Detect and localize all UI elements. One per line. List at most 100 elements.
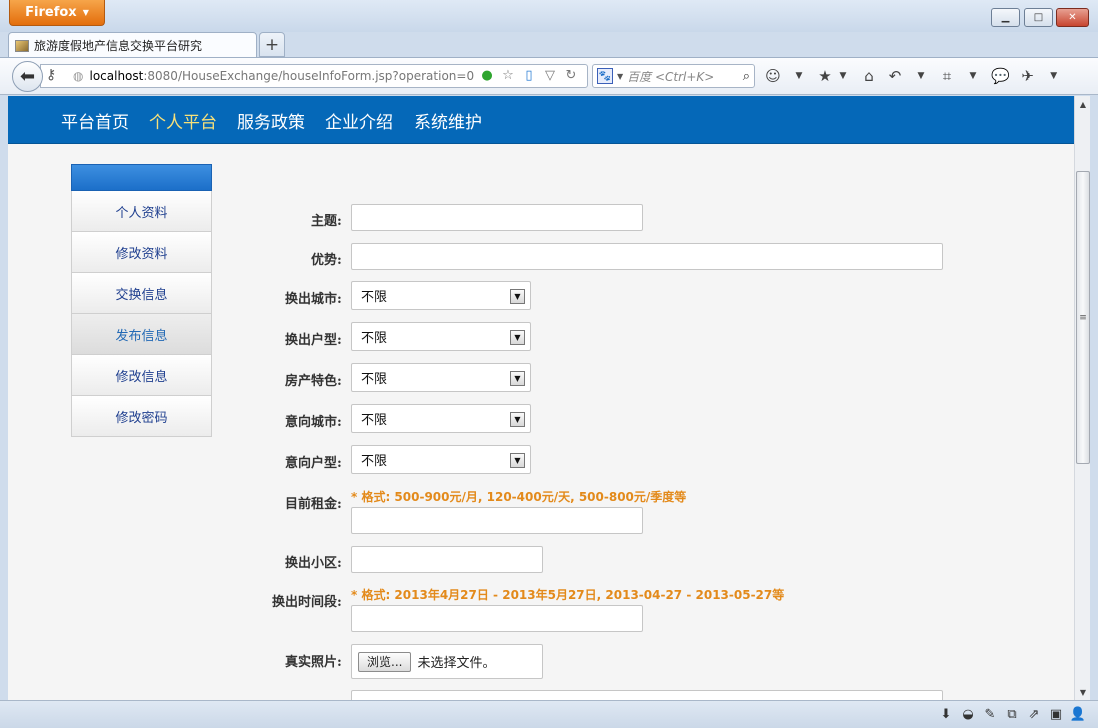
url-text[interactable]: localhost:8080/HouseExchange/houseInfoFo… xyxy=(89,69,474,83)
scroll-up-arrow-icon[interactable]: ▲ xyxy=(1075,96,1091,112)
out-type-value: 不限 xyxy=(361,331,388,346)
description-textarea[interactable] xyxy=(351,690,943,700)
crop-dropdown-icon[interactable]: ▼ xyxy=(965,66,981,86)
screenshot-icon[interactable]: ▣ xyxy=(1048,705,1064,723)
side-item-exchange-info[interactable]: 交换信息 xyxy=(71,273,212,314)
subject-label: 主题: xyxy=(311,214,342,229)
globe-icon: ◍ xyxy=(73,69,84,83)
chevron-down-icon: ▼ xyxy=(510,371,525,386)
url-bar-icons: ● ☆ ▯ ▽ ↻ xyxy=(479,67,579,83)
feature-select[interactable]: 不限 ▼ xyxy=(351,363,531,392)
community-label: 换出小区: xyxy=(285,556,342,571)
new-tab-button[interactable]: + xyxy=(259,32,285,57)
crop-icon[interactable]: ⌗ xyxy=(939,66,955,86)
bookmark-star-icon[interactable]: ☆ xyxy=(500,67,516,83)
nav-system-maintenance[interactable]: 系统维护 xyxy=(414,108,482,133)
browse-button[interactable]: 浏览... xyxy=(358,651,412,672)
minimize-icon: ▁ xyxy=(1001,12,1010,23)
search-icon[interactable]: ⌕ xyxy=(743,69,750,84)
bookmarks-dropdown-icon[interactable]: ▼ xyxy=(835,66,851,86)
firefox-menu-button[interactable]: Firefox ▼ xyxy=(9,0,105,26)
photo-label: 真实照片: xyxy=(285,655,342,670)
advantage-input[interactable] xyxy=(351,243,943,270)
windows-icon[interactable]: ⧉ xyxy=(1004,705,1020,723)
side-menu: 个人资料 修改资料 交换信息 发布信息 修改信息 修改密码 xyxy=(71,164,212,437)
undo-icon[interactable]: ↶ xyxy=(887,66,903,86)
chevron-down-icon: ▼ xyxy=(510,330,525,345)
mask-icon[interactable]: ◒ xyxy=(960,705,976,723)
firefox-menu-label: Firefox xyxy=(25,5,77,20)
undo-dropdown-icon[interactable]: ▼ xyxy=(913,66,929,86)
photo-file-input[interactable]: 浏览... 未选择文件。 xyxy=(351,644,543,679)
maximize-button[interactable]: □ xyxy=(1024,8,1053,27)
target-city-label: 意向城市: xyxy=(285,415,342,430)
side-item-publish-info[interactable]: 发布信息 xyxy=(71,314,212,355)
target-type-select[interactable]: 不限 ▼ xyxy=(351,445,531,474)
side-item-edit-info[interactable]: 修改信息 xyxy=(71,355,212,396)
side-item-change-password[interactable]: 修改密码 xyxy=(71,396,212,437)
share-icon[interactable]: ⇗ xyxy=(1026,705,1042,723)
target-city-value: 不限 xyxy=(361,413,388,428)
mobile-icon[interactable]: ▯ xyxy=(521,67,537,83)
brush-icon[interactable]: ✎ xyxy=(982,705,998,723)
minimize-button[interactable]: ▁ xyxy=(991,8,1020,27)
side-item-edit-profile[interactable]: 修改资料 xyxy=(71,232,212,273)
page-viewport: 平台首页 个人平台 服务政策 企业介绍 系统维护 个人资料 修改资料 交换信息 … xyxy=(8,96,1074,700)
download-icon[interactable]: ⬇ xyxy=(938,705,954,723)
bookmarks-menu-icon[interactable]: ★ xyxy=(817,66,833,86)
rent-input[interactable] xyxy=(351,507,643,534)
plus-icon: + xyxy=(264,34,280,55)
url-bar[interactable]: ◍ localhost:8080/HouseExchange/houseInfo… xyxy=(40,64,588,88)
user-icon[interactable]: 👤 xyxy=(1070,705,1086,723)
url-path: :8080/HouseExchange/houseInfoForm.jsp?op… xyxy=(143,69,475,83)
target-type-value: 不限 xyxy=(361,454,388,469)
addon-fly-icon[interactable]: ✈ xyxy=(1020,66,1036,86)
nav-service-policy[interactable]: 服务政策 xyxy=(237,108,305,133)
navigation-toolbar: ◍ localhost:8080/HouseExchange/houseInfo… xyxy=(0,57,1098,95)
out-type-select[interactable]: 不限 ▼ xyxy=(351,322,531,351)
toolbar-buttons: ☺ ▼ ★ ▼ ⌂ ↶ ▼ ⌗ ▼ 💬 ✈ ▼ xyxy=(765,66,1062,86)
close-window-button[interactable]: ✕ xyxy=(1056,8,1089,27)
home-icon[interactable]: ⌂ xyxy=(861,66,877,86)
community-input[interactable] xyxy=(351,546,543,573)
nav-company-intro[interactable]: 企业介绍 xyxy=(325,108,393,133)
dropdown-icon[interactable]: ▼ xyxy=(791,66,807,86)
addon-smiley-icon[interactable]: ☺ xyxy=(765,66,781,86)
back-button[interactable]: ⬅ xyxy=(12,61,43,92)
grip-icon: ≡ xyxy=(1079,312,1087,323)
period-input[interactable] xyxy=(351,605,643,632)
nav-home[interactable]: 平台首页 xyxy=(61,108,129,133)
site-identity-key-icon[interactable]: ⚷ xyxy=(46,67,56,83)
search-engine-dropdown-icon[interactable]: ▼ xyxy=(617,72,623,81)
side-item-profile[interactable]: 个人资料 xyxy=(71,191,212,232)
out-city-select[interactable]: 不限 ▼ xyxy=(351,281,531,310)
close-icon: ✕ xyxy=(1068,12,1077,23)
scrollbar-thumb[interactable]: ≡ xyxy=(1076,171,1090,464)
feature-label: 房产特色: xyxy=(285,374,342,389)
nav-personal-platform[interactable]: 个人平台 xyxy=(149,108,217,133)
overflow-dropdown-icon[interactable]: ▼ xyxy=(1046,66,1062,86)
rent-format-hint: * 格式: 500-900元/月, 120-400元/天, 500-800元/季… xyxy=(351,490,687,504)
scroll-down-arrow-icon[interactable]: ▼ xyxy=(1075,684,1091,700)
chat-bubble-icon[interactable]: 💬 xyxy=(991,66,1010,86)
tab-title: 旅游度假地产信息交换平台研究 xyxy=(34,39,203,53)
chevron-down-icon: ▼ xyxy=(510,412,525,427)
subject-input[interactable] xyxy=(351,204,643,231)
chevron-down-icon: ▼ xyxy=(510,289,525,304)
window-titlebar: Firefox ▼ ▁ □ ✕ xyxy=(0,0,1098,32)
reload-icon[interactable]: ↻ xyxy=(563,67,579,83)
baidu-paw-icon[interactable]: 🐾 xyxy=(597,68,613,84)
rent-label: 目前租金: xyxy=(285,497,342,512)
browser-tab[interactable]: 旅游度假地产信息交换平台研究 xyxy=(8,32,257,58)
site-favicon-icon xyxy=(15,39,29,52)
search-input[interactable]: 百度 <Ctrl+K> xyxy=(627,68,739,85)
period-label: 换出时间段: xyxy=(272,595,342,610)
target-city-select[interactable]: 不限 ▼ xyxy=(351,404,531,433)
tab-bar: 旅游度假地产信息交换平台研究 + xyxy=(0,32,1098,58)
chevron-down-icon: ▼ xyxy=(510,453,525,468)
vertical-scrollbar[interactable]: ▲ ≡ ▼ xyxy=(1074,96,1090,700)
dropdown-arrow-icon[interactable]: ▽ xyxy=(542,67,558,83)
go-green-icon[interactable]: ● xyxy=(479,67,495,83)
out-city-value: 不限 xyxy=(361,290,388,305)
search-bar[interactable]: 🐾 ▼ 百度 <Ctrl+K> ⌕ xyxy=(592,64,755,88)
